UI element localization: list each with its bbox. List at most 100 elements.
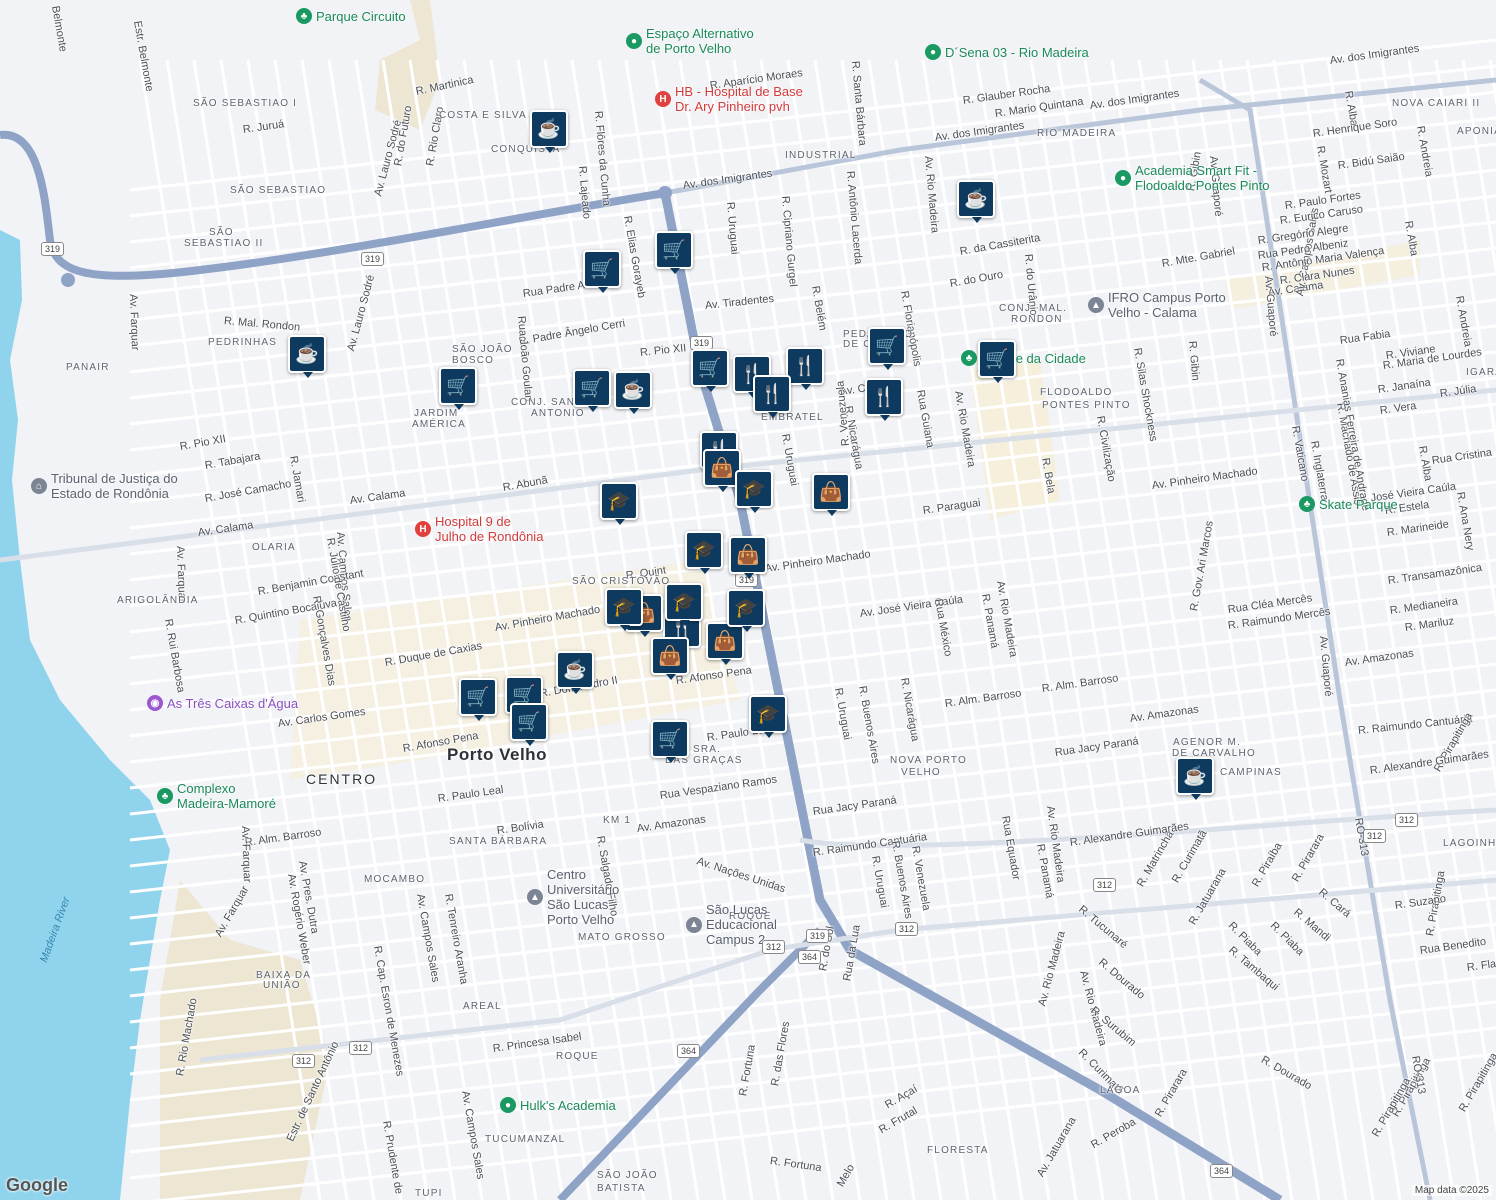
- coffee-icon: ☕: [1183, 766, 1207, 787]
- poi-label: D´Sena 03 - Rio Madeira: [945, 45, 1089, 60]
- highway-shield: 312: [762, 940, 786, 954]
- marker-shop[interactable]: 🛒: [439, 367, 477, 410]
- poi-label-line: IFRO Campus Porto: [1108, 290, 1226, 305]
- marker-cafe[interactable]: ☕: [614, 371, 652, 414]
- marker-school[interactable]: 🎓: [665, 583, 703, 626]
- highway-shield: 312: [1395, 813, 1419, 827]
- highway-shield: 364: [1210, 1164, 1234, 1178]
- hospital-icon: H: [415, 521, 431, 537]
- map-canvas[interactable]: Av. dos Imigrantes Av. dos Imigrantes Av. …: [0, 0, 1496, 1200]
- poi-d-sena-03-rio-madeira[interactable]: ● D´Sena 03 - Rio Madeira: [925, 44, 1089, 60]
- highway-shield: 319: [41, 242, 65, 256]
- marker-bag[interactable]: 👜: [729, 536, 767, 579]
- marker-shop[interactable]: 🛒: [868, 327, 906, 370]
- graduation-cap-icon: 🎓: [692, 540, 716, 561]
- poi-label-line: Complexo: [177, 781, 236, 796]
- cart-icon: 🛒: [446, 376, 470, 397]
- marker-shop[interactable]: 🛒: [655, 231, 693, 274]
- poi-label-line: Universitário: [547, 882, 620, 897]
- marker-shop[interactable]: 🛒: [459, 678, 497, 721]
- marker-school[interactable]: 🎓: [749, 695, 787, 738]
- poi-as-tr-s-caixas-d-gua[interactable]: ◉ As Três Caixas d'Água: [147, 695, 298, 711]
- poi-label-line: HB - Hospital de Base: [675, 84, 803, 99]
- marker-shop[interactable]: 🛒: [583, 250, 621, 293]
- marker-school[interactable]: 🎓: [735, 470, 773, 513]
- tree-icon: ♣: [961, 350, 977, 366]
- poi-label-line: Porto Velho: [547, 912, 615, 927]
- poi-label: Tribunal de Justiça do Estado de Rondônia: [51, 471, 178, 501]
- marker-school[interactable]: 🎓: [727, 589, 765, 632]
- tree-icon: ♣: [1299, 496, 1315, 512]
- marker-cafe[interactable]: ☕: [530, 110, 568, 153]
- poi-label: Parque Circuito: [316, 9, 406, 24]
- marker-shop[interactable]: 🛒: [691, 349, 729, 392]
- poi-hulk-s-academia[interactable]: ● Hulk's Academia: [500, 1097, 616, 1113]
- graduation-cap-icon: 🎓: [672, 592, 696, 613]
- coffee-icon: ☕: [621, 380, 645, 401]
- poi-label: Espaço Alternativo de Porto Velho: [646, 26, 754, 56]
- highway-shield: 312: [349, 1041, 373, 1055]
- poi-academia-smart-fit[interactable]: ● Academia Smart Fit - Flodoaldo Pontes Pi…: [1115, 163, 1269, 193]
- marker-shop[interactable]: 🛒: [510, 703, 548, 746]
- pin-icon: ●: [500, 1097, 516, 1113]
- poi-label-line: Hulk's Academia: [520, 1097, 616, 1113]
- school-icon: ▲: [1088, 297, 1104, 313]
- marker-shop[interactable]: 🛒: [651, 720, 689, 763]
- br-319-west: [0, 130, 666, 280]
- poi-label-line: Estado de Rondônia: [51, 486, 169, 501]
- highway-shield: 312: [895, 922, 919, 936]
- marker-school[interactable]: 🎓: [605, 588, 643, 631]
- coffee-icon: ☕: [964, 189, 988, 210]
- hospital-icon: H: [655, 91, 671, 107]
- interchange: [61, 273, 75, 287]
- map-attribution[interactable]: Map data ©2025: [1411, 1185, 1492, 1196]
- poi-label-line: D´Sena 03 - Rio Madeira: [945, 44, 1089, 60]
- cart-icon: 🛒: [662, 240, 686, 261]
- marker-bag[interactable]: 👜: [651, 637, 689, 680]
- poi-label-line: Centro: [547, 867, 587, 882]
- marker-shop[interactable]: 🛒: [573, 369, 611, 412]
- marker-school[interactable]: 🎓: [600, 482, 638, 525]
- cart-icon: 🛒: [658, 729, 682, 750]
- highway-shield: 319: [806, 929, 830, 943]
- marker-cafe[interactable]: ☕: [288, 335, 326, 378]
- marker-cafe[interactable]: ☕: [1176, 757, 1214, 800]
- highway-shield: 312: [1093, 878, 1117, 892]
- marker-school[interactable]: 🎓: [685, 531, 723, 574]
- school-icon: ▲: [686, 916, 702, 933]
- poi-centro[interactable]: ▲ Centro Universitário São Lucas Porto Velho: [527, 867, 619, 927]
- poi-hb-hospital-de-base[interactable]: H HB - Hospital de Base Dr. Ary Pinheiro p…: [655, 84, 803, 114]
- poi-label-line: Julho de Rondônia: [435, 529, 544, 544]
- marker-food[interactable]: 🍴: [786, 347, 824, 390]
- poi-parque-circuito[interactable]: ♣ Parque Circuito: [296, 8, 406, 24]
- marker-food[interactable]: 🍴: [753, 375, 791, 418]
- poi-complexo[interactable]: ♣ Complexo Madeira-Mamoré: [157, 781, 276, 811]
- marker-bag[interactable]: 👜: [812, 473, 850, 516]
- marker-cafe[interactable]: ☕: [556, 651, 594, 694]
- marker-cafe[interactable]: ☕: [957, 180, 995, 223]
- poi-label: Complexo Madeira-Mamoré: [177, 781, 276, 811]
- marker-bag[interactable]: 👜: [706, 622, 744, 665]
- coffee-icon: ☕: [537, 119, 561, 140]
- poi-label-line: Velho - Calama: [1108, 305, 1197, 320]
- poi-tribunal-de-justi-a-do[interactable]: ⌂ Tribunal de Justiça do Estado de Rondôni…: [31, 471, 178, 501]
- shopping-bag-icon: 👜: [710, 458, 734, 479]
- marker-shop[interactable]: 🛒: [978, 340, 1016, 383]
- pin-icon: ●: [1115, 170, 1131, 186]
- poi-ifro-campus-porto[interactable]: ▲ IFRO Campus Porto Velho - Calama: [1088, 290, 1226, 320]
- av-rodovia-312: [799, 807, 1496, 849]
- poi-label-line: São Lucas: [547, 897, 609, 912]
- poi-label-line: de Porto Velho: [646, 41, 732, 56]
- poi-label-line: Dr. Ary Pinheiro pvh: [675, 99, 790, 114]
- google-logo: Google: [6, 1175, 68, 1195]
- poi-espa-o-alternativo[interactable]: ● Espaço Alternativo de Porto Velho: [626, 26, 754, 56]
- poi-hospital-9-de[interactable]: H Hospital 9 de Julho de Rondônia: [415, 514, 543, 544]
- highway-shield: 312: [1363, 829, 1387, 843]
- tree-icon: ♣: [296, 8, 312, 24]
- poi-label-line: Madeira-Mamoré: [177, 796, 276, 811]
- cart-icon: 🛒: [875, 336, 899, 357]
- poi-skate-parque[interactable]: ♣ Skate Parque: [1299, 496, 1398, 512]
- fork-knife-icon: 🍴: [760, 384, 784, 405]
- marker-food[interactable]: 🍴: [865, 378, 903, 421]
- poi-label-line: São Lucas: [706, 902, 768, 917]
